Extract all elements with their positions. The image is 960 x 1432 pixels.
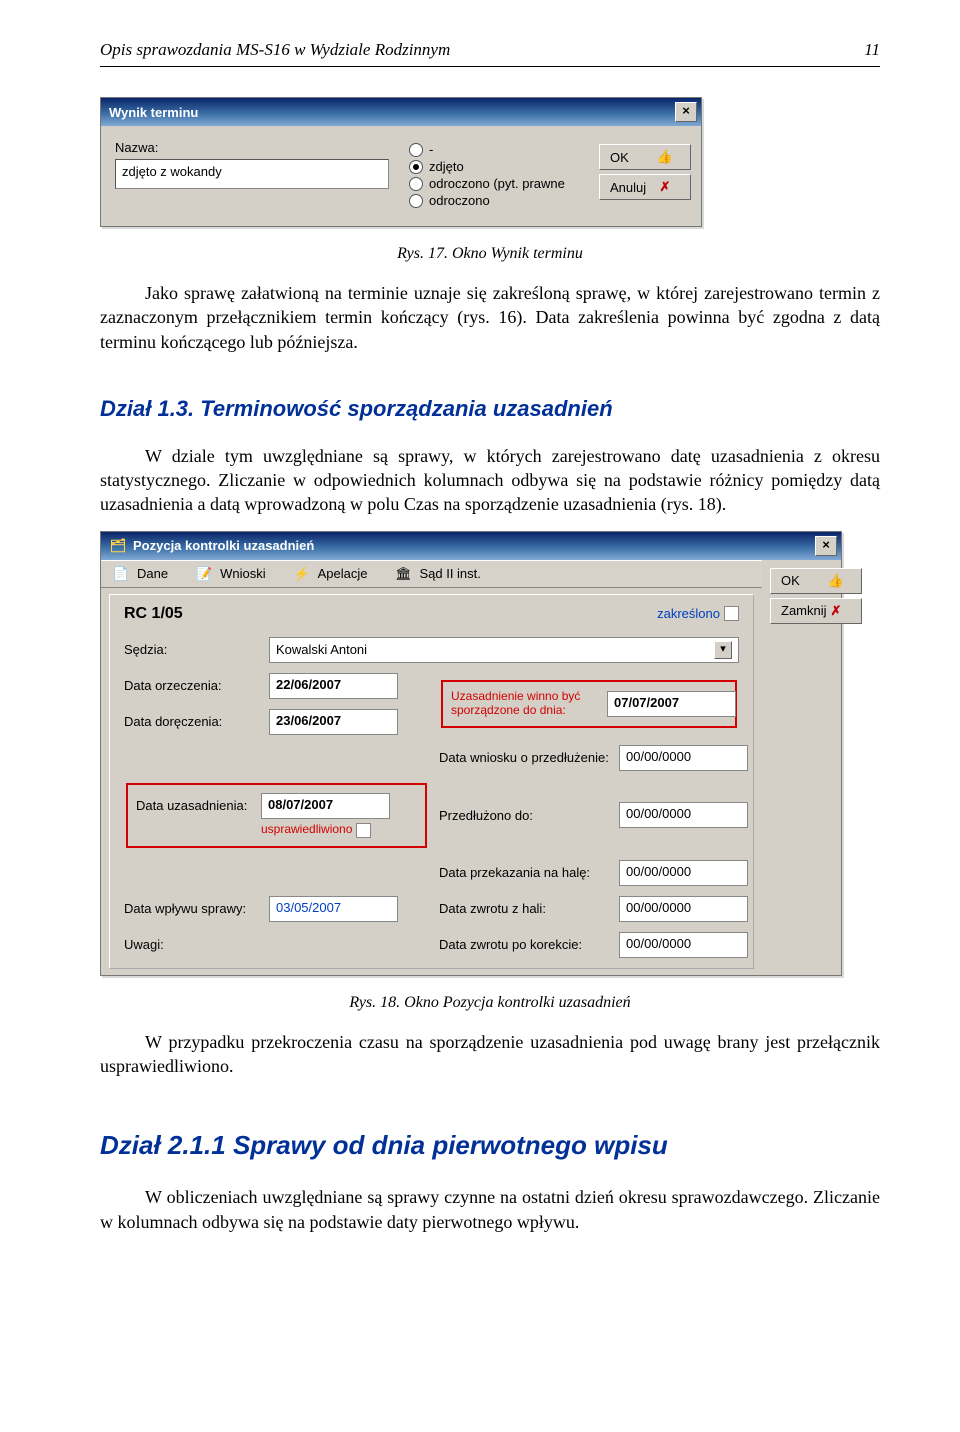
court-icon: 🏛 — [393, 566, 413, 582]
rc-title: RC 1/05 — [124, 605, 183, 623]
chevron-down-icon: ▾ — [714, 641, 732, 659]
data-orz-input[interactable]: 22/06/2007 — [269, 673, 398, 699]
section-1-3-para: W dziale tym uwzględniane są sprawy, w k… — [100, 444, 880, 517]
radio-odroczono[interactable]: odroczono — [409, 193, 599, 208]
wynik-terminu-dialog: Wynik terminu × Nazwa: zdjęto z wokandy … — [100, 97, 702, 227]
przek-input[interactable]: 00/00/0000 — [619, 860, 748, 886]
nazwa-input[interactable]: zdjęto z wokandy — [115, 159, 389, 189]
fig17-caption: Rys. 17. Okno Wynik terminu — [100, 245, 880, 263]
data-dor-label: Data doręczenia: — [124, 714, 259, 729]
zamknij-button[interactable]: Zamknij ✗ — [770, 598, 862, 624]
fig18-caption: Rys. 18. Okno Pozycja kontrolki uzasadni… — [100, 994, 880, 1012]
bolt-icon: ⚡ — [292, 566, 312, 582]
data-uz-input[interactable]: 08/07/2007 — [261, 793, 390, 819]
radio-none[interactable]: - — [409, 142, 599, 157]
tool-apelacje[interactable]: ⚡Apelacje — [288, 563, 372, 585]
close-icon[interactable]: × — [815, 536, 837, 556]
wynik-terminu-title: Wynik terminu — [109, 105, 198, 120]
uspr-toggle[interactable]: usprawiedliwiono — [261, 823, 417, 838]
pozycja-kontrolki-dialog: 🗂 Pozycja kontrolki uzasadnień × 📄Dane 📝… — [100, 531, 842, 976]
thumbs-up-icon: 👍 — [827, 573, 845, 589]
zwrot-kor-label: Data zwrotu po korekcie: — [439, 937, 609, 952]
page-number: 11 — [864, 40, 880, 60]
wniosek-label: Data wniosku o przedłużenie: — [439, 750, 609, 765]
tool-wnioski[interactable]: 📝Wnioski — [190, 563, 270, 585]
header-title: Opis sprawozdania MS-S16 w Wydziale Rodz… — [100, 40, 450, 60]
przedl-label: Przedłużono do: — [439, 808, 609, 823]
tool-dane[interactable]: 📄Dane — [107, 563, 172, 585]
section-2-1-1-title: Dział 2.1.1 Sprawy od dnia pierwotnego w… — [100, 1130, 880, 1161]
pozycja-kontrolki-title: Pozycja kontrolki uzasadnień — [133, 538, 314, 553]
uz-date-input[interactable]: 07/07/2007 — [607, 691, 736, 717]
sedzia-value: Kowalski Antoni — [276, 642, 367, 657]
header-rule — [100, 66, 880, 67]
app-icon: 🗂 — [109, 538, 127, 554]
ok-button[interactable]: OK 👍 — [770, 568, 862, 594]
nazwa-label: Nazwa: — [115, 140, 409, 155]
sedzia-select[interactable]: Kowalski Antoni ▾ — [269, 637, 739, 663]
zwrot-input[interactable]: 00/00/0000 — [619, 896, 748, 922]
uz-label: Uzasadnienie winno być sporządzone do dn… — [451, 690, 599, 718]
przedl-input[interactable]: 00/00/0000 — [619, 802, 748, 828]
data-orz-label: Data orzeczenia: — [124, 678, 259, 693]
zakreslono-toggle[interactable]: zakreślono — [657, 606, 739, 621]
sedzia-label: Sędzia: — [124, 642, 259, 657]
przek-label: Data przekazania na halę: — [439, 865, 609, 880]
wynik-terminu-titlebar[interactable]: Wynik terminu × — [101, 98, 701, 126]
uwagi-label: Uwagi: — [124, 937, 259, 952]
radio-odroczono-pyt[interactable]: odroczono (pyt. prawne — [409, 176, 599, 191]
tool-sad2[interactable]: 🏛Sąd II inst. — [389, 563, 484, 585]
note-icon: 📝 — [194, 566, 214, 582]
data-wpl-label: Data wpływu sprawy: — [124, 901, 259, 916]
cancel-icon: ✗ — [656, 179, 674, 195]
sheet-icon: 📄 — [111, 566, 131, 582]
zwrot-kor-input[interactable]: 00/00/0000 — [619, 932, 748, 958]
section-2-1-1-para: W obliczeniach uwzględniane są sprawy cz… — [100, 1185, 880, 1234]
pozycja-kontrolki-titlebar[interactable]: 🗂 Pozycja kontrolki uzasadnień × — [101, 532, 841, 560]
close-icon[interactable]: × — [675, 102, 697, 122]
data-dor-input[interactable]: 23/06/2007 — [269, 709, 398, 735]
uspr-checkbox[interactable] — [356, 823, 371, 838]
para-after-fig17: Jako sprawę załatwioną na terminie uznaj… — [100, 281, 880, 354]
wniosek-input[interactable]: 00/00/0000 — [619, 745, 748, 771]
section-1-3-title: Dział 1.3. Terminowość sporządzania uzas… — [100, 396, 880, 422]
anuluj-button[interactable]: Anuluj ✗ — [599, 174, 691, 200]
para-after-fig18: W przypadku przekroczenia czasu na sporz… — [100, 1030, 880, 1079]
thumbs-up-icon: 👍 — [656, 149, 674, 165]
ok-label: OK — [610, 150, 629, 165]
anuluj-label: Anuluj — [610, 180, 646, 195]
zwrot-label: Data zwrotu z hali: — [439, 901, 609, 916]
radio-zdjeto[interactable]: zdjęto — [409, 159, 599, 174]
data-uz-label: Data uzasadnienia: — [136, 798, 261, 813]
cancel-icon: ✗ — [827, 603, 845, 619]
ok-button[interactable]: OK 👍 — [599, 144, 691, 170]
zakreslono-checkbox[interactable] — [724, 606, 739, 621]
data-wpl-input[interactable]: 03/05/2007 — [269, 896, 398, 922]
